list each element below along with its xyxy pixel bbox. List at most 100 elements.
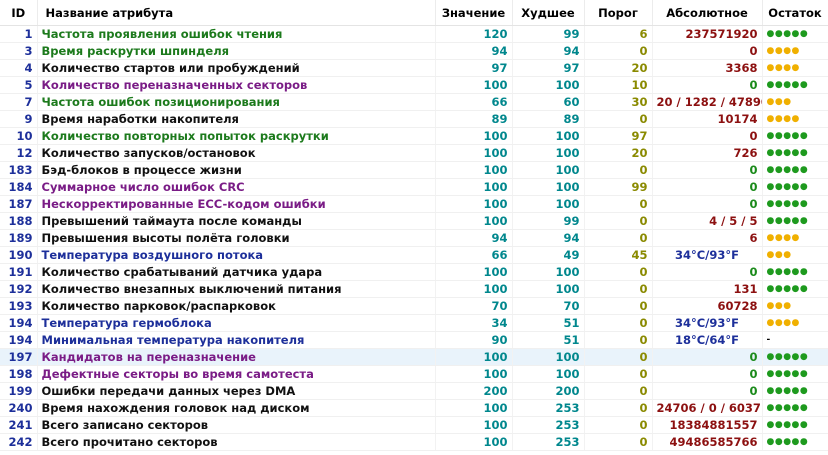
attribute-worst: 253	[512, 416, 585, 434]
attribute-id: 189	[0, 229, 38, 247]
attribute-value: 100	[435, 195, 513, 213]
attribute-id: 242	[0, 433, 38, 451]
attribute-worst: 100	[512, 144, 585, 162]
attribute-id: 187	[0, 195, 38, 213]
table-row[interactable]: 193 Количество парковок/распарковок 70 70 0 6…	[0, 297, 828, 315]
table-row[interactable]: 183 Бэд-блоков в процессе жизни 100 100 0 0 ●●…	[0, 161, 828, 179]
table-row[interactable]: 187 Нескорректированные ECC-кодом ошибки 1…	[0, 195, 828, 213]
attribute-remaining: ●●●	[762, 246, 828, 264]
table-row[interactable]: 3 Время раскрутки шпинделя 94 94 0 0 ●●●●	[0, 42, 828, 60]
column-header-raw[interactable]: Абсолютное	[652, 0, 763, 26]
attribute-raw: 726	[652, 144, 763, 162]
attribute-id: 188	[0, 212, 38, 230]
attribute-threshold: 0	[584, 365, 653, 383]
table-row[interactable]: 192 Количество внезапных выключений питан…	[0, 280, 828, 298]
attribute-name: Ошибки передачи данных через DMA	[37, 382, 436, 400]
attribute-threshold: 99	[584, 178, 653, 196]
attribute-remaining: ●●●●	[762, 110, 828, 128]
attribute-raw: 10174	[652, 110, 763, 128]
attribute-value: 97	[435, 59, 513, 77]
column-header-name[interactable]: Название атрибута	[37, 0, 436, 26]
table-row[interactable]: 198 Дефектные секторы во время самотеста 1…	[0, 365, 828, 383]
attribute-threshold: 20	[584, 144, 653, 162]
attribute-remaining: ●●●	[762, 297, 828, 315]
attribute-name: Время раскрутки шпинделя	[37, 42, 436, 60]
attribute-value: 90	[435, 331, 513, 349]
attribute-id: 191	[0, 263, 38, 281]
table-row[interactable]: 242 Всего прочитано секторов 100 253 0 494865…	[0, 433, 828, 451]
attribute-name: Превышений таймаута после команды	[37, 212, 436, 230]
column-header-value[interactable]: Значение	[435, 0, 513, 26]
attribute-value: 100	[435, 416, 513, 434]
table-row[interactable]: 7 Частота ошибок позиционирования 66 60 30 20…	[0, 93, 828, 111]
attribute-remaining: ●●●●●	[762, 263, 828, 281]
smart-attributes-table: ID Название атрибута Значение Худшее Пор…	[0, 0, 828, 451]
attribute-worst: 94	[512, 229, 585, 247]
attribute-threshold: 30	[584, 93, 653, 111]
attribute-value: 100	[435, 280, 513, 298]
attribute-name: Время нахождения головок над диском	[37, 399, 436, 417]
column-header-threshold[interactable]: Порог	[584, 0, 653, 26]
table-row[interactable]: 184 Суммарное число ошибок CRC 100 100 99 0 ●●…	[0, 178, 828, 196]
attribute-worst: 100	[512, 178, 585, 196]
attribute-value: 94	[435, 42, 513, 60]
attribute-raw: 4 / 5 / 5	[652, 212, 763, 230]
table-row[interactable]: 190 Температура воздушного потока 66 49 45 34…	[0, 246, 828, 264]
attribute-value: 100	[435, 161, 513, 179]
column-header-worst[interactable]: Худшее	[512, 0, 585, 26]
column-header-id[interactable]: ID	[0, 0, 38, 26]
table-row[interactable]: 194 Температура гермоблока 34 51 0 34°C/93°F ●…	[0, 314, 828, 332]
attribute-remaining: ●●●●●	[762, 348, 828, 366]
attribute-worst: 70	[512, 297, 585, 315]
attribute-worst: 100	[512, 76, 585, 94]
attribute-worst: 100	[512, 280, 585, 298]
attribute-raw: 0	[652, 263, 763, 281]
table-row[interactable]: 189 Превышения высоты полёта головки 94 94 0…	[0, 229, 828, 247]
attribute-raw: 18°C/64°F	[652, 331, 763, 349]
table-row[interactable]: 4 Количество стартов или пробуждений 97 97 2…	[0, 59, 828, 77]
table-row[interactable]: 10 Количество повторных попыток раскрутки…	[0, 127, 828, 145]
attribute-worst: 253	[512, 399, 585, 417]
table-row[interactable]: 199 Ошибки передачи данных через DMA 200 20…	[0, 382, 828, 400]
attribute-value: 94	[435, 229, 513, 247]
attribute-id: 184	[0, 178, 38, 196]
attribute-raw: 20 / 1282 / 47890	[652, 93, 763, 111]
attribute-worst: 97	[512, 59, 585, 77]
attribute-threshold: 20	[584, 59, 653, 77]
attribute-threshold: 0	[584, 161, 653, 179]
table-row[interactable]: 240 Время нахождения головок над диском 10…	[0, 399, 828, 417]
table-row[interactable]: 9 Время наработки накопителя 89 89 0 10174 ●●●…	[0, 110, 828, 128]
attribute-raw: 34°C/93°F	[652, 246, 763, 264]
attribute-name: Превышения высоты полёта головки	[37, 229, 436, 247]
table-row[interactable]: 197 Кандидатов на переназначение 100 100 0 0 ●…	[0, 348, 828, 366]
attribute-remaining: ●●●●●	[762, 212, 828, 230]
attribute-threshold: 0	[584, 297, 653, 315]
table-row[interactable]: 194 Минимальная температура накопителя 90 5…	[0, 331, 828, 349]
attribute-worst: 51	[512, 331, 585, 349]
attribute-raw: 3368	[652, 59, 763, 77]
attribute-value: 100	[435, 127, 513, 145]
attribute-threshold: 6	[584, 25, 653, 43]
attribute-id: 190	[0, 246, 38, 264]
attribute-threshold: 0	[584, 212, 653, 230]
attribute-remaining: ●●●●	[762, 314, 828, 332]
attribute-name: Кандидатов на переназначение	[37, 348, 436, 366]
table-row[interactable]: 12 Количество запусков/остановок 100 100 20 7…	[0, 144, 828, 162]
attribute-worst: 99	[512, 212, 585, 230]
attribute-value: 70	[435, 297, 513, 315]
table-row[interactable]: 241 Всего записано секторов 100 253 0 1838488…	[0, 416, 828, 434]
attribute-id: 193	[0, 297, 38, 315]
table-row[interactable]: 1 Частота проявления ошибок чтения 120 99 6 2…	[0, 25, 828, 43]
table-row[interactable]: 5 Количество переназначенных секторов 100 1…	[0, 76, 828, 94]
column-header-remaining[interactable]: Остаток	[762, 0, 828, 26]
attribute-name: Температура воздушного потока	[37, 246, 436, 264]
attribute-worst: 99	[512, 25, 585, 43]
attribute-threshold: 0	[584, 382, 653, 400]
attribute-worst: 253	[512, 433, 585, 451]
table-row[interactable]: 188 Превышений таймаута после команды 100 9…	[0, 212, 828, 230]
attribute-remaining: ●●●●●	[762, 280, 828, 298]
attribute-id: 241	[0, 416, 38, 434]
attribute-worst: 100	[512, 127, 585, 145]
attribute-value: 100	[435, 365, 513, 383]
table-row[interactable]: 191 Количество срабатываний датчика удара…	[0, 263, 828, 281]
